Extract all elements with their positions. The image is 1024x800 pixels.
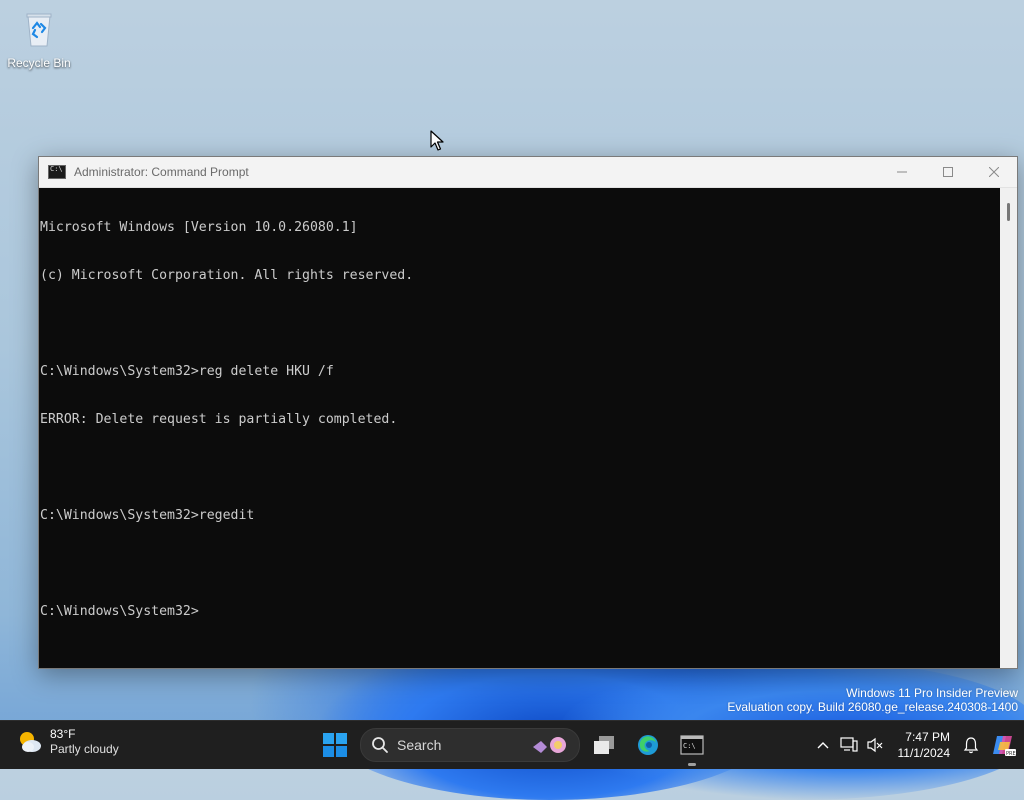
- search-highlight-icon: [529, 733, 571, 761]
- svg-text:C:\: C:\: [683, 742, 696, 750]
- recycle-bin-icon: [19, 8, 59, 48]
- taskbar-search-box[interactable]: Search: [360, 728, 580, 762]
- network-button[interactable]: [836, 721, 862, 769]
- cmd-app-icon: [48, 165, 66, 179]
- clock-time: 7:47 PM: [898, 729, 951, 745]
- console-line: [40, 460, 1000, 476]
- desktop-icon-recycle-bin[interactable]: Recycle Bin: [6, 8, 72, 70]
- clock-button[interactable]: 7:47 PM 11/1/2024: [898, 729, 951, 761]
- system-tray: 7:47 PM 11/1/2024 PRE: [810, 721, 1024, 769]
- minimize-button[interactable]: [879, 157, 925, 187]
- edge-icon: [636, 733, 660, 757]
- copilot-button[interactable]: PRE: [984, 721, 1024, 769]
- weather-condition: Partly cloudy: [50, 742, 119, 757]
- volume-muted-icon: [866, 737, 884, 753]
- command-prompt-window[interactable]: Administrator: Command Prompt Microsoft …: [38, 156, 1018, 669]
- console-line: ERROR: Delete request is partially compl…: [40, 412, 1000, 428]
- start-button[interactable]: [318, 728, 352, 762]
- maximize-button[interactable]: [925, 157, 971, 187]
- svg-text:PRE: PRE: [1006, 751, 1016, 757]
- windows-logo-icon: [323, 733, 347, 757]
- desktop-icon-label: Recycle Bin: [6, 56, 72, 70]
- search-label: Search: [397, 737, 441, 753]
- chevron-up-icon: [817, 741, 829, 749]
- clock-date: 11/1/2024: [898, 745, 951, 761]
- console-line: [40, 316, 1000, 332]
- task-view-icon: [592, 734, 616, 756]
- terminal-taskbar-button[interactable]: C:\: [672, 727, 712, 763]
- watermark-line: Windows 11 Pro Insider Preview: [727, 686, 1018, 700]
- close-button[interactable]: [971, 157, 1017, 187]
- console-line: C:\Windows\System32>regedit: [40, 508, 1000, 524]
- minimize-icon: [897, 167, 907, 177]
- copilot-icon: PRE: [991, 732, 1017, 758]
- maximize-icon: [943, 167, 953, 177]
- terminal-icon: C:\: [680, 735, 704, 755]
- evaluation-watermark: Windows 11 Pro Insider Preview Evaluatio…: [727, 686, 1018, 714]
- console-line: [40, 556, 1000, 572]
- volume-button[interactable]: [862, 721, 888, 769]
- network-icon: [840, 737, 858, 753]
- console-prompt[interactable]: C:\Windows\System32>: [40, 604, 1000, 620]
- console-line: Microsoft Windows [Version 10.0.26080.1]: [40, 220, 1000, 236]
- partly-cloudy-icon: [16, 728, 44, 756]
- scrollbar-thumb[interactable]: [1007, 203, 1010, 221]
- close-icon: [989, 167, 999, 177]
- title-bar[interactable]: Administrator: Command Prompt: [39, 157, 1017, 188]
- console-line: C:\Windows\System32>reg delete HKU /f: [40, 364, 1000, 380]
- window-title: Administrator: Command Prompt: [74, 165, 249, 179]
- show-hidden-icons-button[interactable]: [810, 721, 836, 769]
- console-output[interactable]: Microsoft Windows [Version 10.0.26080.1]…: [39, 188, 1000, 668]
- mouse-cursor-icon: [430, 130, 444, 152]
- watermark-line: Evaluation copy. Build 26080.ge_release.…: [727, 700, 1018, 714]
- edge-taskbar-button[interactable]: [628, 727, 668, 763]
- weather-widget[interactable]: 83°F Partly cloudy: [16, 727, 119, 757]
- console-line: (c) Microsoft Corporation. All rights re…: [40, 268, 1000, 284]
- vertical-scrollbar[interactable]: [1000, 188, 1017, 668]
- taskbar: 83°F Partly cloudy Search: [0, 720, 1024, 769]
- search-icon: [371, 736, 389, 754]
- bell-icon: [963, 736, 979, 754]
- notifications-button[interactable]: [958, 721, 984, 769]
- task-view-button[interactable]: [584, 727, 624, 763]
- weather-temperature: 83°F: [50, 727, 119, 742]
